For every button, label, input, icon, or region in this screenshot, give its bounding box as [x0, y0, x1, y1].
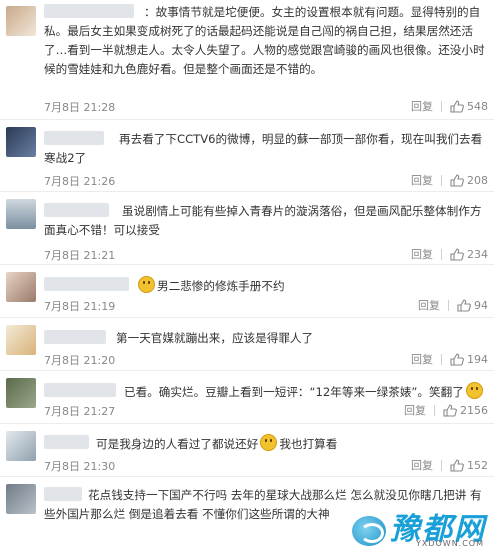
comment-actions: 回复 152 — [403, 457, 488, 473]
comment-time: 7月8日 21:26 — [44, 175, 116, 188]
thumbs-up-icon — [443, 403, 457, 417]
avatar[interactable] — [6, 6, 36, 36]
like-button[interactable]: 2156 — [435, 404, 488, 417]
reply-button[interactable]: 回复 — [410, 297, 448, 313]
comment-item: 已看。确实烂。豆瓣上看到一短评：“12年等来一绿茶婊”。笑翻了 7月8日 21:… — [0, 372, 494, 424]
avatar[interactable] — [6, 199, 36, 229]
like-button[interactable]: 208 — [442, 174, 488, 187]
comment-time: 7月8日 21:30 — [44, 460, 116, 473]
comment-time: 7月8日 21:20 — [44, 354, 116, 367]
like-button[interactable]: 234 — [442, 248, 488, 261]
reply-button[interactable]: 回复 — [403, 246, 441, 262]
like-count: 152 — [467, 458, 488, 472]
comment-actions: 回复 194 — [403, 351, 488, 367]
reply-button[interactable]: 回复 — [403, 98, 441, 114]
avatar[interactable] — [6, 272, 36, 302]
comment-time: 7月8日 21:21 — [44, 249, 116, 262]
reply-button[interactable]: 回复 — [403, 457, 441, 473]
avatar[interactable] — [6, 378, 36, 408]
like-button[interactable]: 94 — [449, 299, 488, 312]
comment-item: 第一天官媒就蹦出来，应该是得罪人了 7月8日 21:20 回复 194 — [0, 319, 494, 371]
comment-text: 再去看了下CCTV6的微博，明显的蘇一部顶一部你看，现在叫我们去看寒战2了 — [44, 132, 483, 165]
like-count: 234 — [467, 247, 488, 261]
comment-text: 可是我身边的人看过了都说还好 我也打算看 — [44, 434, 488, 454]
avatar[interactable] — [6, 325, 36, 355]
comment-text-content: 可是我身边的人看过了都说还好 — [96, 437, 259, 451]
like-button[interactable]: 194 — [442, 353, 488, 366]
reply-button[interactable]: 回复 — [403, 172, 441, 188]
reply-button[interactable]: 回复 — [396, 402, 434, 418]
comment-text-content: 已看。确实烂。豆瓣上看到一短评：“12年等来一绿茶婊”。笑翻了 — [124, 385, 464, 399]
like-count: 208 — [467, 173, 488, 187]
avatar[interactable] — [6, 431, 36, 461]
watermark-url: YXDOWN.COM — [415, 539, 484, 548]
comment-item: ：故事情节就是坨便便。女主的设置根本就有问题。显得特别的自私。最后女主如果变成树… — [0, 0, 494, 120]
thumbs-up-icon — [450, 352, 464, 366]
emoji-icon — [260, 434, 278, 451]
comment-item: 再去看了下CCTV6的微博，明显的蘇一部顶一部你看，现在叫我们去看寒战2了 7月… — [0, 121, 494, 192]
thumbs-up-icon — [450, 99, 464, 113]
comment-text: ：故事情节就是坨便便。女主的设置根本就有问题。显得特别的自私。最后女主如果变成树… — [44, 5, 485, 76]
comment-actions: 回复 94 — [410, 297, 488, 313]
like-button[interactable]: 152 — [442, 459, 488, 472]
like-count: 194 — [467, 352, 488, 366]
avatar[interactable] — [6, 484, 36, 514]
comment-time: 7月8日 21:27 — [44, 405, 116, 418]
comment-text: 男二悲惨的修炼手册不约 — [44, 276, 488, 296]
comment-item: 男二悲惨的修炼手册不约 7月8日 21:19 回复 94 — [0, 266, 494, 318]
comment-item: 虽说剧情上可能有些掉入青春片的漩涡落俗，但是画风配乐整体制作方面真心不错！可以接… — [0, 193, 494, 265]
comment-time: 7月8日 21:19 — [44, 300, 116, 313]
comment-text-content: 我也打算看 — [279, 437, 338, 451]
like-count: 548 — [467, 99, 488, 113]
site-logo-icon — [352, 516, 386, 546]
emoji-icon — [465, 382, 483, 399]
like-count: 94 — [474, 298, 488, 312]
thumbs-up-icon — [450, 247, 464, 261]
like-count: 2156 — [460, 403, 488, 417]
comment-actions: 回复 2156 — [396, 402, 488, 418]
comment-actions: 回复 208 — [403, 172, 488, 188]
comment-actions: 回复 234 — [403, 246, 488, 262]
comment-text-content: 男二悲惨的修炼手册不约 — [157, 279, 285, 293]
like-button[interactable]: 548 — [442, 100, 488, 113]
comment-time: 7月8日 21:28 — [44, 101, 116, 114]
emoji-icon — [138, 276, 155, 293]
thumbs-up-icon — [457, 298, 471, 312]
comment-item: 可是我身边的人看过了都说还好 我也打算看 7月8日 21:30 回复 152 — [0, 425, 494, 477]
comment-text: 已看。确实烂。豆瓣上看到一短评：“12年等来一绿茶婊”。笑翻了 — [44, 382, 488, 402]
comment-actions: 回复 548 — [403, 98, 488, 114]
comment-text: 第一天官媒就蹦出来，应该是得罪人了 — [116, 331, 314, 345]
comment-text: 虽说剧情上可能有些掉入青春片的漩涡落俗，但是画风配乐整体制作方面真心不错！可以接… — [44, 204, 482, 237]
reply-button[interactable]: 回复 — [403, 351, 441, 367]
thumbs-up-icon — [450, 173, 464, 187]
thumbs-up-icon — [450, 458, 464, 472]
avatar[interactable] — [6, 127, 36, 157]
